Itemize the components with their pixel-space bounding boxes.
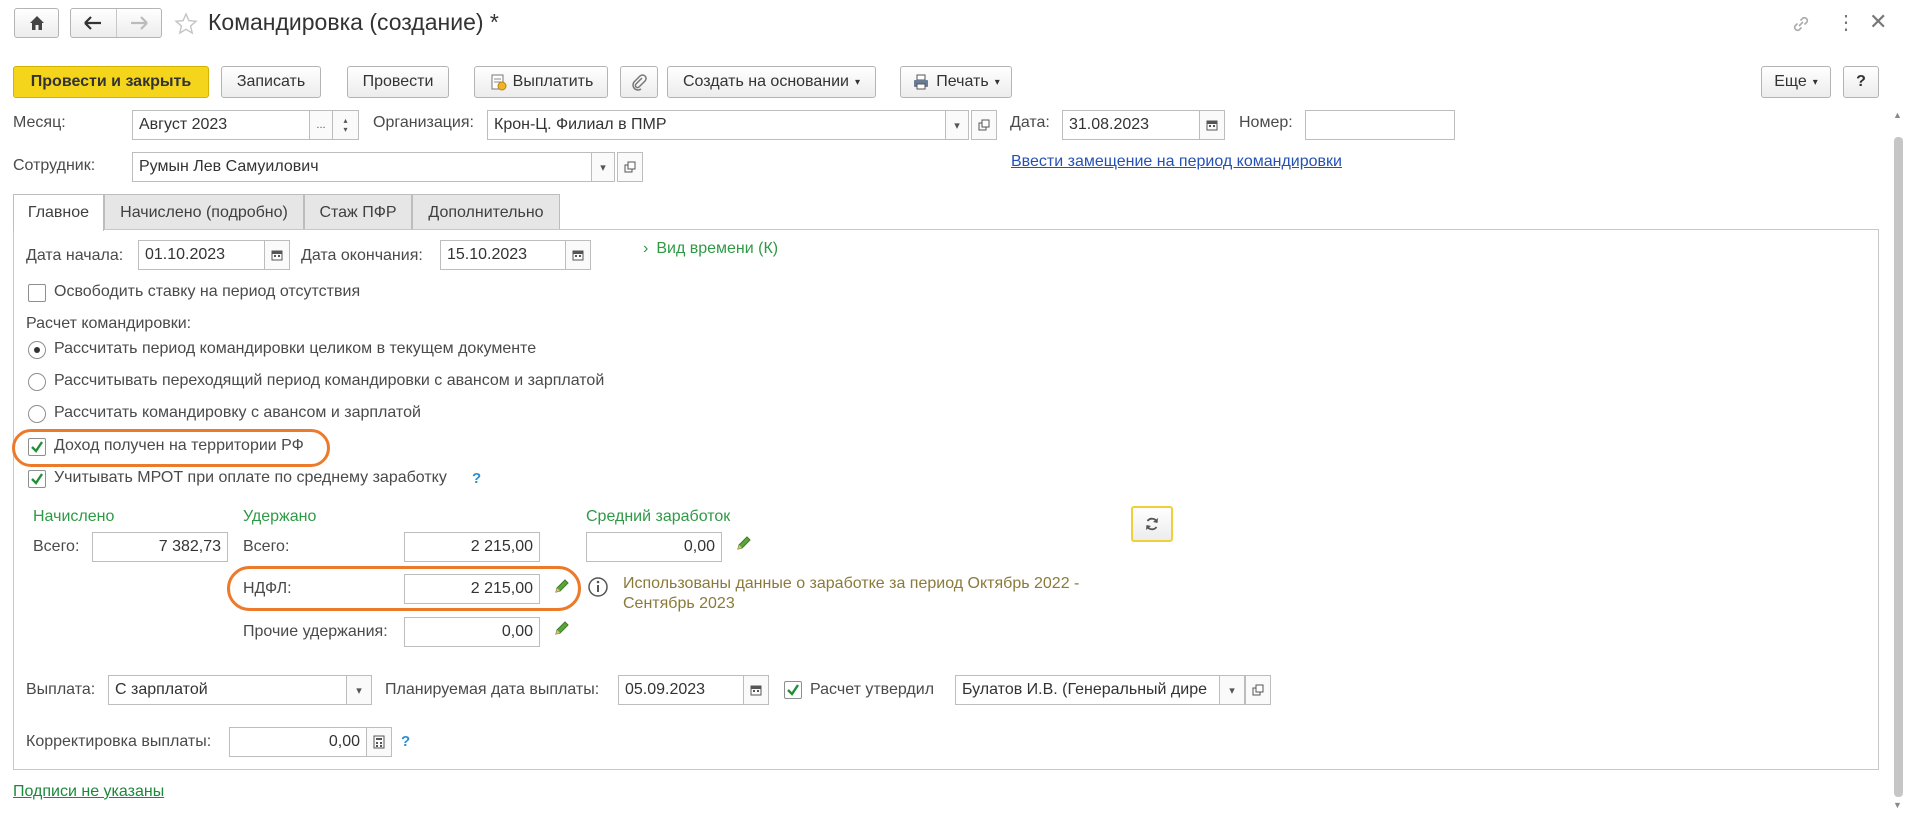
calendar-icon: [1206, 120, 1218, 131]
organization-field[interactable]: Крон-Ц. Филиал в ПМР: [487, 110, 953, 140]
link-icon[interactable]: [1790, 13, 1812, 35]
open-window-icon: [978, 119, 990, 131]
organization-open-button[interactable]: [971, 110, 997, 140]
employee-open-button[interactable]: [617, 152, 643, 182]
month-label: Месяц:: [13, 114, 66, 131]
attach-button[interactable]: [620, 66, 658, 98]
more-menu-icon[interactable]: ⋮: [1836, 10, 1856, 35]
signatures-link[interactable]: Подписи не указаны: [13, 783, 164, 801]
printer-icon: [914, 74, 929, 90]
tab-main[interactable]: Главное: [13, 194, 104, 231]
pay-button-label: Выплатить: [512, 73, 594, 90]
create-based-label: Создать на основании: [682, 73, 849, 90]
highlight-oval-ndfl: [227, 566, 581, 611]
chevron-down-icon: ▾: [854, 76, 861, 88]
document-pay-icon: [491, 74, 507, 91]
employee-dropdown[interactable]: ▾: [591, 152, 615, 182]
substitute-link[interactable]: Ввести замещение на период командировки: [1011, 153, 1342, 171]
number-label: Номер:: [1239, 114, 1293, 131]
employee-label: Сотрудник:: [13, 157, 96, 174]
open-window-icon: [624, 161, 636, 173]
month-field[interactable]: Август 2023: [132, 110, 310, 140]
help-button[interactable]: ?: [1843, 66, 1879, 98]
paperclip-icon: [632, 74, 647, 91]
scrollbar[interactable]: ▲ ▼: [1891, 110, 1905, 815]
chevron-down-icon: ▾: [1812, 76, 1818, 88]
date-calendar-button[interactable]: [1199, 110, 1225, 140]
print-button[interactable]: Печать ▾: [900, 66, 1012, 98]
save-button[interactable]: Записать: [221, 66, 321, 98]
scroll-down-arrow-icon[interactable]: ▼: [1893, 800, 1902, 810]
pay-button[interactable]: Выплатить: [474, 66, 608, 98]
favorite-star-icon[interactable]: [174, 12, 198, 36]
more-label: Еще: [1774, 73, 1807, 90]
arrow-right-icon: [130, 16, 148, 30]
more-button[interactable]: Еще ▾: [1761, 66, 1831, 98]
scroll-up-arrow-icon[interactable]: ▲: [1893, 110, 1902, 120]
arrow-left-icon: [84, 16, 102, 30]
date-field[interactable]: 31.08.2023: [1062, 110, 1202, 140]
forward-button[interactable]: [117, 16, 162, 30]
tab-panel: [13, 229, 1879, 770]
window-title: Командировка (создание) *: [208, 9, 499, 35]
post-and-close-button[interactable]: Провести и закрыть: [13, 66, 209, 98]
tab-accrued-detail[interactable]: Начислено (подробно): [104, 194, 304, 230]
tab-additional[interactable]: Дополнительно: [412, 194, 560, 230]
employee-field[interactable]: Румын Лев Самуилович: [132, 152, 592, 182]
create-based-button[interactable]: Создать на основании ▾: [667, 66, 876, 98]
month-select-button[interactable]: ...: [309, 110, 333, 140]
chevron-down-icon: ▾: [994, 76, 1000, 88]
close-icon[interactable]: ✕: [1869, 9, 1887, 35]
back-button[interactable]: [71, 9, 117, 37]
organization-label: Организация:: [373, 114, 474, 131]
scrollbar-thumb[interactable]: [1894, 137, 1903, 797]
home-icon: [29, 16, 44, 30]
post-button[interactable]: Провести: [347, 66, 449, 98]
date-label: Дата:: [1010, 114, 1050, 131]
home-button[interactable]: [14, 8, 59, 38]
print-label: Печать: [936, 73, 989, 90]
organization-dropdown[interactable]: ▾: [945, 110, 969, 140]
tab-pfr-experience[interactable]: Стаж ПФР: [304, 194, 412, 230]
month-stepper[interactable]: ▴ ▾: [332, 110, 359, 140]
nav-buttons: [70, 8, 162, 38]
number-field[interactable]: [1305, 110, 1455, 140]
highlight-oval-income: [12, 429, 330, 467]
